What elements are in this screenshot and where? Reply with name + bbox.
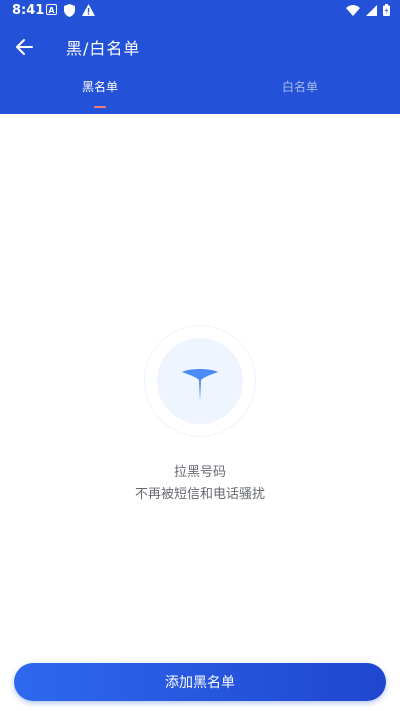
warning-icon [82, 4, 95, 16]
empty-title: 拉黑号码 [173, 465, 226, 480]
empty-outer-circle [144, 325, 256, 437]
app-header: 8:41 A 黑/白名单 黑名单 白名单 [0, 0, 400, 114]
toolbar: 黑/白名单 [0, 30, 400, 64]
tab-indicator [94, 106, 106, 108]
battery-icon [383, 4, 390, 16]
status-time: 8:41 [12, 3, 45, 18]
add-blacklist-button[interactable]: 添加黑名单 [14, 663, 386, 701]
notification-icons: A [46, 4, 95, 17]
tab-bar: 黑名单 白名单 [0, 78, 400, 114]
pin-icon [182, 369, 218, 401]
signal-icon [366, 4, 377, 16]
empty-subtitle: 不再被短信和电话骚扰 [134, 487, 265, 502]
page-title: 黑/白名单 [66, 39, 141, 58]
a-icon: A [46, 4, 57, 15]
tab-blacklist[interactable]: 黑名单 [0, 78, 200, 95]
arrow-left-icon[interactable] [12, 34, 38, 60]
shield-icon [64, 4, 75, 17]
system-icons [346, 4, 390, 16]
empty-inner-circle [157, 338, 243, 424]
status-bar: 8:41 A [0, 0, 400, 22]
wifi-icon [346, 4, 360, 16]
tab-whitelist[interactable]: 白名单 [200, 78, 400, 95]
